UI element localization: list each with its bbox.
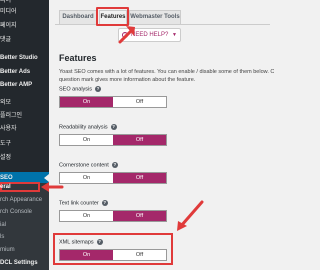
feature-label-readability: Readability analysis? (59, 124, 117, 130)
chevron-down-icon: ▼ (172, 32, 177, 38)
toggle-on[interactable]: On (60, 211, 113, 221)
sidebar-item-label: Better Ads (0, 69, 31, 75)
sidebar-item-label: 사용자 (0, 126, 17, 132)
sidebar-item-label: DCL Settings (0, 260, 38, 266)
submenu-label: ial (0, 222, 7, 228)
need-help-button[interactable]: ? NEED HELP? ▼ (118, 28, 181, 42)
main-content: Dashboard Features Webmaster Tools ? NEE… (49, 0, 274, 270)
toggle-off[interactable]: Off (113, 211, 166, 221)
submenu-label: rch Console (0, 209, 33, 215)
feature-name: Readability analysis (59, 124, 108, 131)
sidebar-item-label: 댓글 (0, 37, 12, 43)
feature-label-seo-analysis: SEO analysis? (59, 86, 102, 93)
submenu-label: ls (0, 234, 5, 240)
tab-dashboard[interactable]: Dashboard (59, 10, 97, 24)
sidebar-item-label: 설정 (0, 155, 12, 161)
question-circle-icon: ? (122, 32, 128, 38)
toggle-text-link-counter[interactable]: On Off (59, 210, 167, 222)
features-tab-highlight (96, 7, 129, 26)
help-icon[interactable]: ? (110, 124, 117, 130)
sidebar-item-label: 페이지 (0, 23, 17, 29)
section-title: Features (59, 53, 97, 63)
help-icon[interactable]: ? (111, 162, 118, 168)
submenu-label: mium (0, 247, 15, 253)
sidebar-item-label: Better AMP (0, 82, 33, 88)
toggle-off[interactable]: Off (113, 135, 166, 145)
submenu-label: rch Appearance (0, 197, 43, 203)
toggle-cornerstone[interactable]: On Off (59, 172, 167, 184)
feature-label-cornerstone: Cornerstone content? (59, 162, 118, 168)
toggle-off[interactable]: Off (113, 97, 166, 107)
description-line-1: Yoast SEO comes with a lot of features. … (59, 69, 274, 75)
feature-label-text-link-counter: Text link counter? (59, 200, 108, 206)
submenu-label: eral (0, 184, 11, 190)
need-help-label: NEED HELP? (131, 32, 169, 38)
feature-name: SEO analysis (59, 86, 93, 93)
sidebar-item-label: 외모 (0, 100, 12, 106)
tabs-divider (55, 24, 270, 25)
feature-name: Cornerstone content (59, 162, 109, 169)
sidebar-item-label: 도구 (0, 141, 12, 147)
sidebar-item-label: 디어 (0, 0, 12, 4)
toggle-seo-analysis[interactable]: On Off (59, 96, 167, 108)
sidebar-item-label: Better Studio (0, 55, 38, 61)
sidebar-item-label: SEO (0, 175, 13, 181)
xml-sitemaps-highlight (53, 233, 173, 265)
help-icon[interactable]: ? (101, 200, 108, 206)
toggle-on[interactable]: On (60, 173, 113, 183)
description-line-2: question mark gives more information abo… (59, 77, 196, 83)
help-icon[interactable]: ? (95, 86, 102, 92)
toggle-readability[interactable]: On Off (59, 134, 167, 146)
tab-webmaster-tools[interactable]: Webmaster Tools (129, 10, 181, 24)
admin-sidebar: 디어 미디어 페이지 댓글 Better Studio Better Ads B… (0, 0, 49, 270)
toggle-on[interactable]: On (60, 97, 113, 107)
sidebar-item-label: 미디어 (0, 9, 17, 15)
sidebar-item-label: 플러그인 (0, 113, 23, 119)
feature-name: Text link counter (59, 200, 99, 207)
toggle-off[interactable]: Off (113, 173, 166, 183)
toggle-on[interactable]: On (60, 135, 113, 145)
features-description: Yoast SEO comes with a lot of features. … (59, 68, 274, 84)
